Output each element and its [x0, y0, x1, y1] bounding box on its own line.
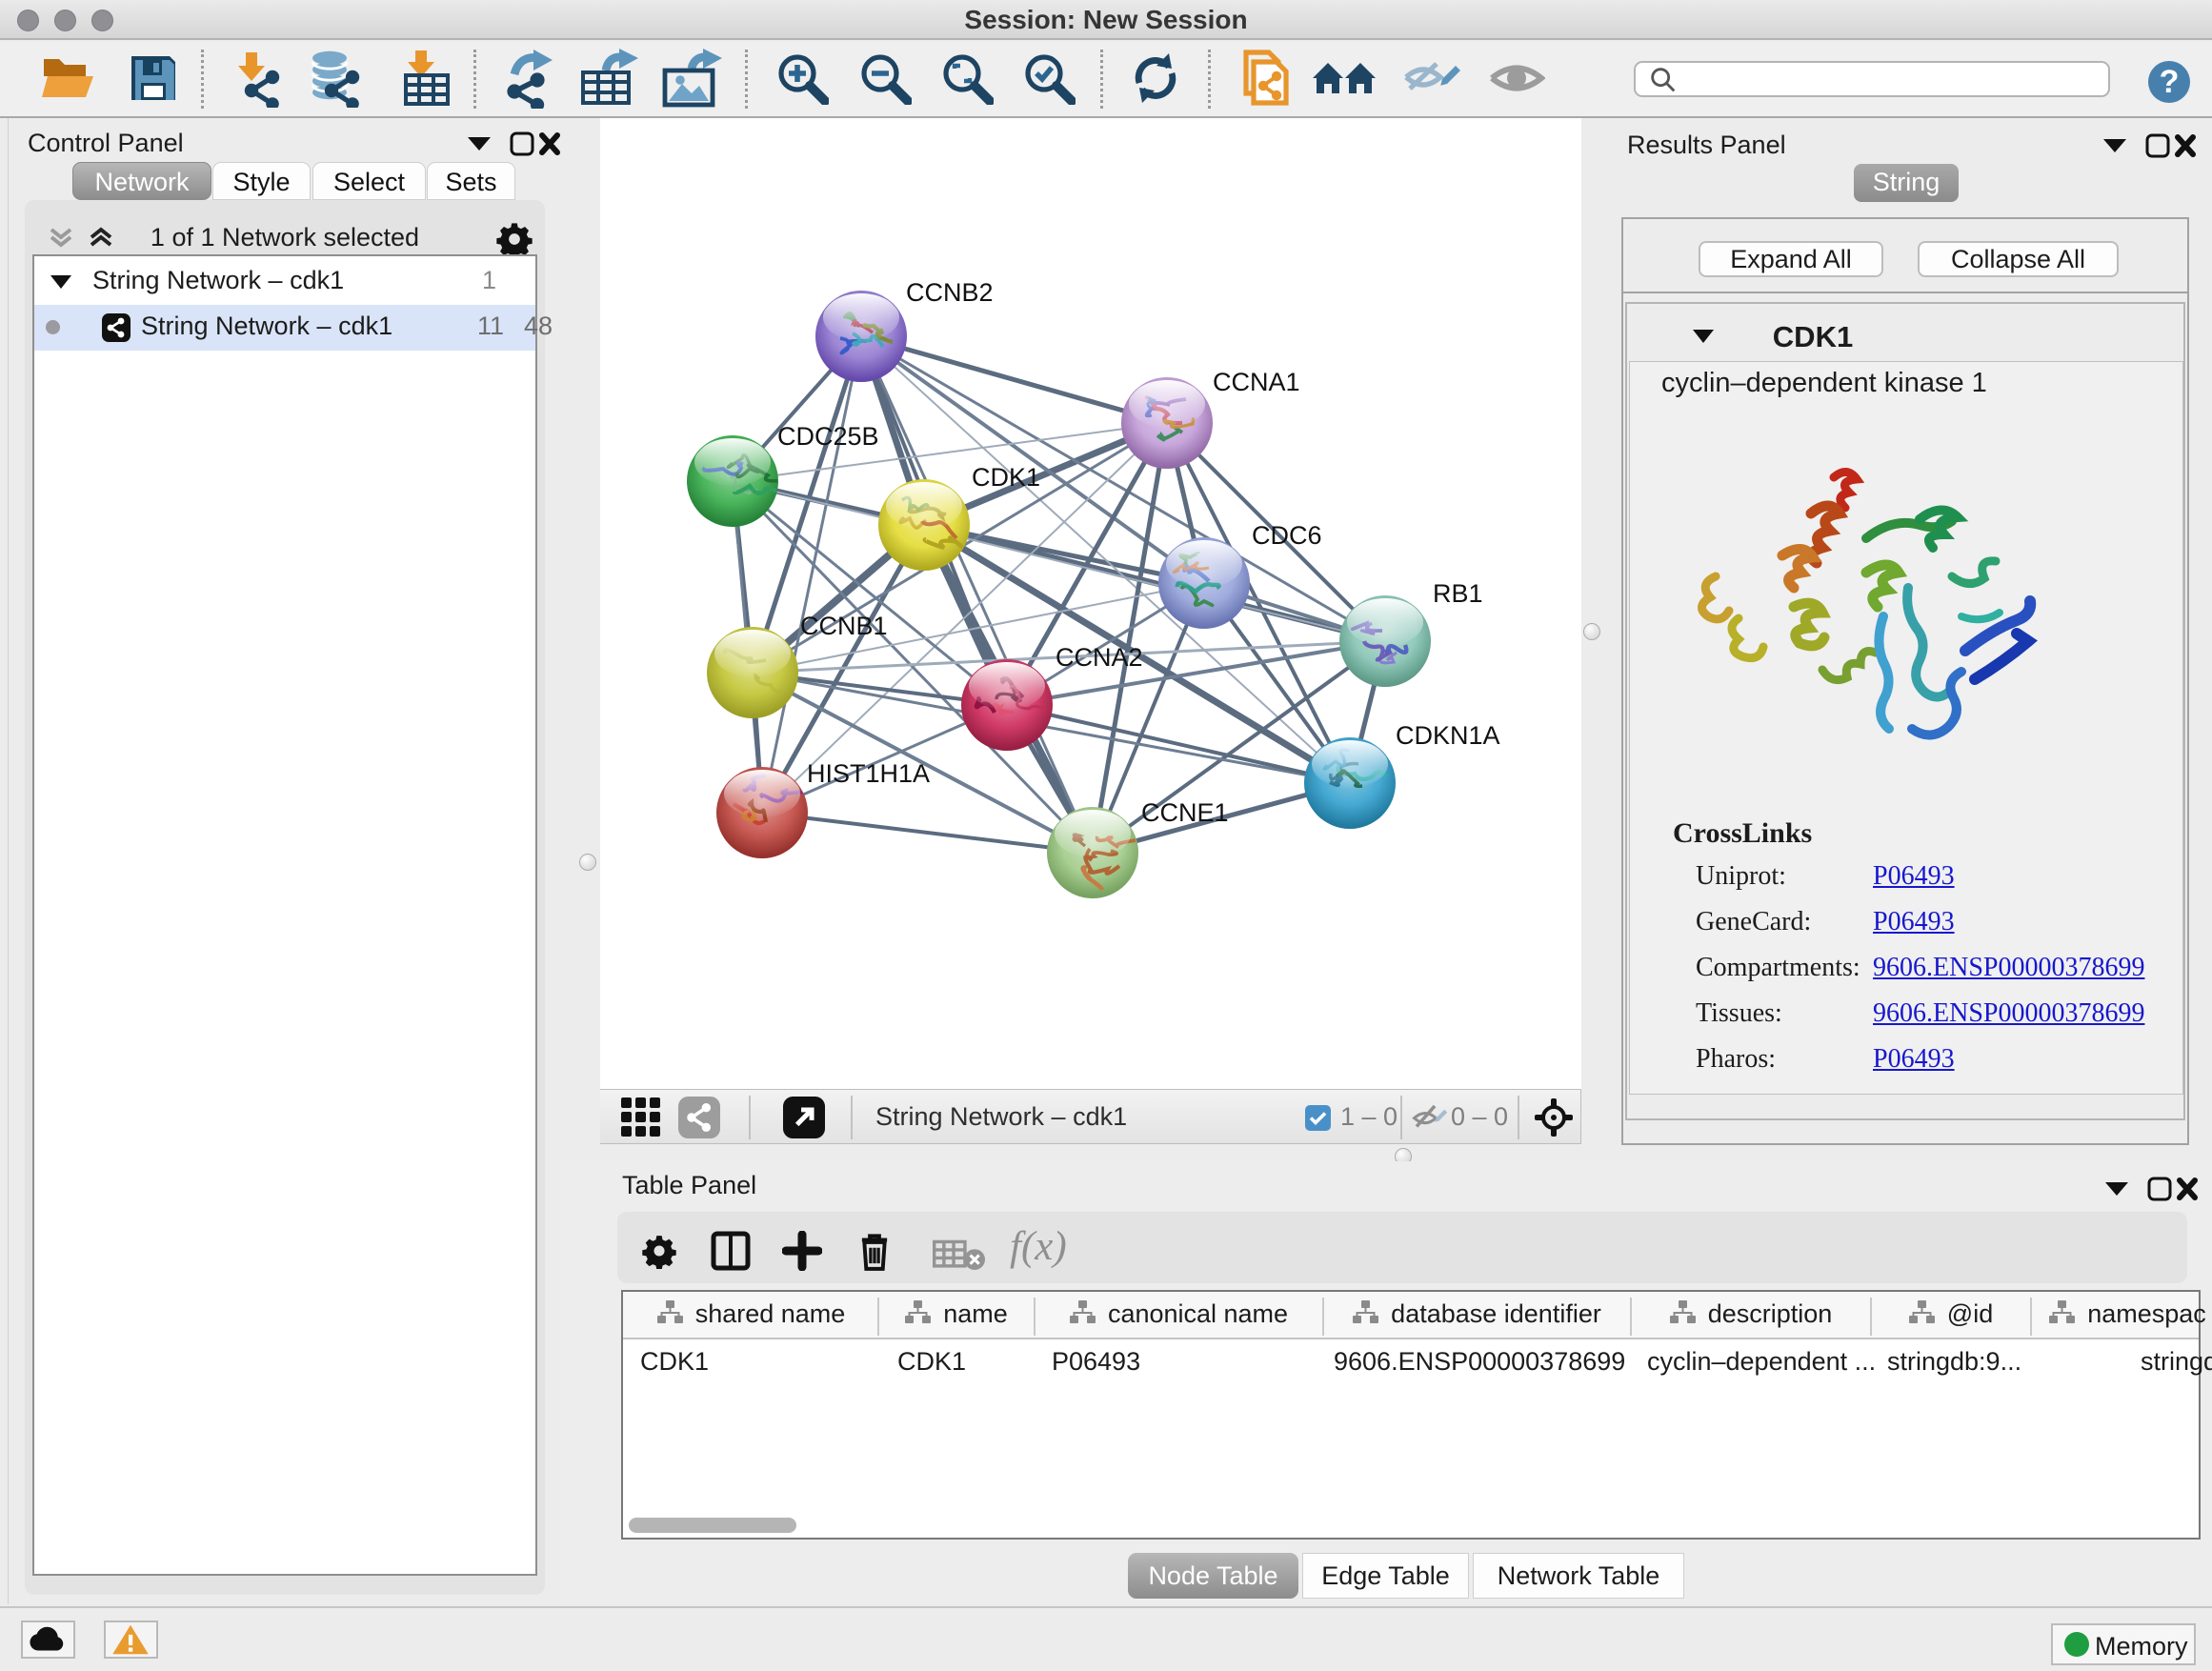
svg-text:CCNE1: CCNE1 — [1141, 798, 1229, 827]
svg-text:?: ? — [2160, 64, 2180, 100]
svg-text:RB1: RB1 — [1433, 579, 1483, 608]
svg-text:CDC6: CDC6 — [1252, 521, 1322, 550]
svg-text:CCNB2: CCNB2 — [906, 278, 994, 307]
svg-text:CCNA1: CCNA1 — [1213, 368, 1300, 396]
svg-text:CDKN1A: CDKN1A — [1396, 721, 1500, 750]
svg-text:CCNA2: CCNA2 — [1056, 643, 1143, 672]
svg-text:CDC25B: CDC25B — [777, 422, 879, 451]
svg-text:CCNB1: CCNB1 — [800, 612, 888, 640]
svg-text:CDK1: CDK1 — [972, 463, 1040, 492]
svg-text:HIST1H1A: HIST1H1A — [807, 759, 930, 788]
